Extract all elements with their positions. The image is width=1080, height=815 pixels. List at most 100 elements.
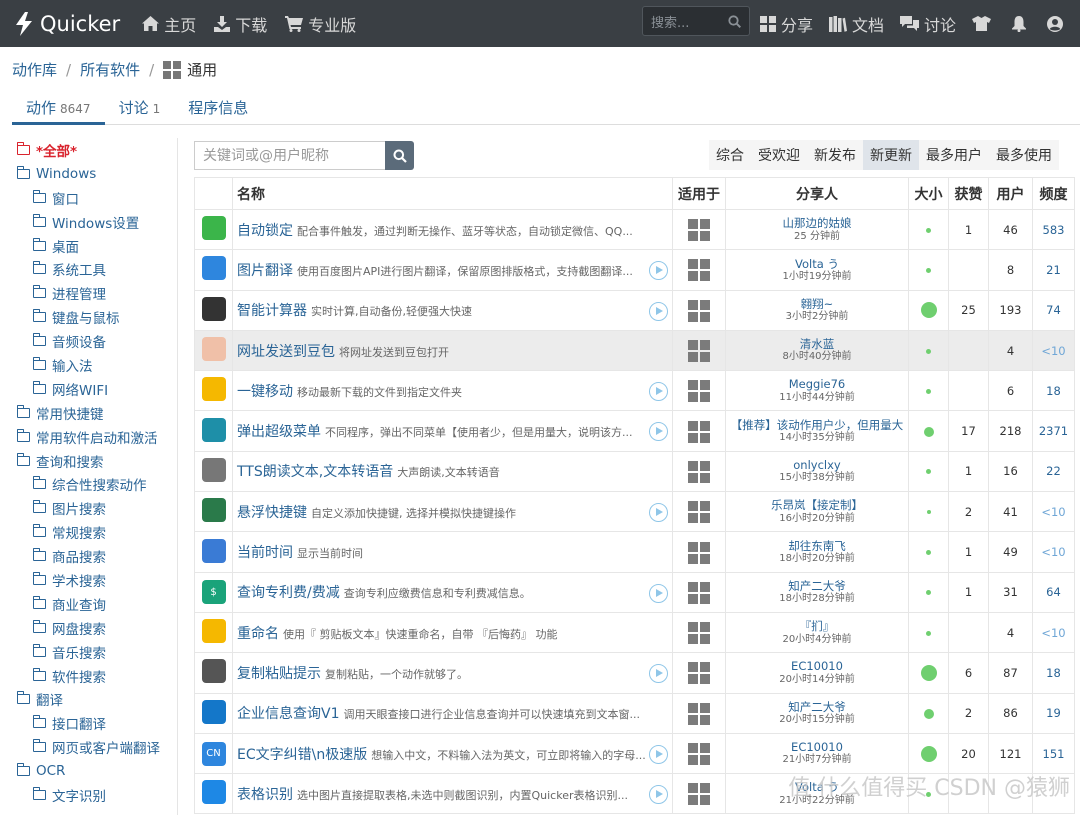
site-search-input[interactable]: 搜索... — [642, 6, 750, 36]
nav-share[interactable]: 分享 — [759, 12, 813, 36]
sidebar-category[interactable]: 常用软件启动和激活 — [0, 425, 177, 449]
table-row[interactable]: 网址发送到豆包 将网址发送到豆包打开 清水蓝 8小时40分钟前 4 <10 — [194, 329, 1075, 372]
sidebar-category[interactable]: 文字识别 — [0, 783, 177, 807]
sidebar-category[interactable]: 进程管理 — [0, 281, 177, 305]
table-row[interactable]: TTS朗读文本,文本转语音 大声朗读,文本转语音 onlyclxy 15小时38分钟前… — [194, 450, 1075, 493]
table-row[interactable]: 企业信息查询V1 调用天眼查接口进行企业信息查询并可以快速填充到文本窗... 知产二… — [194, 692, 1075, 734]
tab-discuss[interactable]: 讨论 1 — [105, 93, 175, 125]
header-freq[interactable]: 频度 — [1032, 177, 1075, 210]
table-row[interactable]: 悬浮快捷键 自定义添加快捷键, 选择并模拟快捷键操作 乐昂岚【接定制】 16小时20分… — [194, 491, 1075, 533]
sidebar-category[interactable]: 网络WIFI — [0, 377, 177, 401]
action-name-link[interactable]: 悬浮快捷键 — [237, 505, 307, 521]
breadcrumb-software[interactable]: 所有软件 — [80, 59, 140, 80]
sidebar-category[interactable]: 窗口 — [0, 186, 177, 210]
nav-discuss[interactable]: 讨论 — [899, 12, 956, 36]
action-name-link[interactable]: 查询专利费/费减 — [237, 585, 340, 601]
action-name-link[interactable]: 一键移动 — [237, 384, 293, 400]
play-icon[interactable] — [649, 583, 668, 603]
brand-logo[interactable]: Quicker — [14, 11, 120, 36]
tshirt-button[interactable] — [972, 16, 996, 31]
sharer-link[interactable]: 乐昂岚【接定制】 — [726, 498, 908, 512]
sidebar-category[interactable]: 查询和搜索 — [0, 449, 177, 473]
action-name-link[interactable]: 当前时间 — [237, 545, 293, 561]
action-name-link[interactable]: 表格识别 — [237, 787, 293, 803]
sidebar-category[interactable]: 常规搜索 — [0, 520, 177, 544]
sidebar-category[interactable]: 桌面 — [0, 234, 177, 258]
sharer-link[interactable]: 【推荐】该动作用户少，但用量大 — [726, 418, 908, 432]
sort-button[interactable]: 新发布 — [807, 140, 863, 170]
keyword-search-input[interactable] — [194, 141, 385, 170]
sharer-link[interactable]: 知产二大爷 — [726, 700, 908, 714]
tab-program-info[interactable]: 程序信息 — [174, 93, 262, 125]
sidebar-category[interactable]: 图片搜索 — [0, 496, 177, 520]
sidebar-category[interactable]: 网页或客户端翻译 — [0, 735, 177, 759]
header-name[interactable]: 名称 — [232, 177, 673, 210]
sidebar-category[interactable]: 翻译 — [0, 687, 177, 711]
play-icon[interactable] — [649, 664, 668, 684]
sidebar-category[interactable]: 音频设备 — [0, 329, 177, 353]
tab-actions[interactable]: 动作 8647 — [12, 93, 105, 125]
sidebar-category[interactable]: 常用快捷键 — [0, 401, 177, 425]
sidebar-category[interactable]: 系统工具 — [0, 257, 177, 281]
sharer-link[interactable]: 清水蓝 — [726, 337, 908, 351]
play-icon[interactable] — [649, 422, 668, 442]
table-row[interactable]: 弹出超级菜单 不同程序，弹出不同菜单【使用者少，但是用量大，说明该方... 【推荐】… — [194, 410, 1075, 452]
sidebar-category[interactable]: 学术搜索 — [0, 568, 177, 592]
sidebar-category[interactable]: 商品搜索 — [0, 544, 177, 568]
table-row[interactable]: $ 查询专利费/费减 查询专利应缴费信息和专利费减信息。 知产二大爷 18小时28分钟前… — [194, 571, 1075, 613]
sidebar-category[interactable]: Windows设置 — [0, 210, 177, 234]
search-icon[interactable] — [728, 14, 741, 28]
sidebar-category[interactable]: 综合性搜索动作 — [0, 472, 177, 496]
user-menu-button[interactable] — [1047, 15, 1068, 32]
header-size[interactable]: 大小 — [908, 177, 949, 210]
sidebar-category[interactable]: 输入法 — [0, 353, 177, 377]
table-row[interactable]: 图片翻译 使用百度图片API进行图片翻译，保留原图排版格式，支持截图翻译... Vo… — [194, 249, 1075, 291]
sharer-link[interactable]: 山那边的姑娘 — [726, 216, 908, 230]
nav-home[interactable]: 主页 — [142, 12, 196, 36]
action-name-link[interactable]: 复制粘贴提示 — [237, 666, 321, 682]
sidebar-category[interactable]: OCR — [0, 759, 177, 783]
sharer-link[interactable]: Volta う — [726, 257, 908, 271]
table-row[interactable]: 一键移动 移动最新下载的文件到指定文件夹 Meggie76 11小时44分钟前 6 18 — [194, 370, 1075, 412]
header-likes[interactable]: 获赞 — [948, 177, 989, 210]
sort-button[interactable]: 最多使用 — [989, 140, 1059, 170]
sidebar-category[interactable]: *全部* — [0, 138, 177, 162]
notification-button[interactable] — [1012, 15, 1031, 32]
play-icon[interactable] — [649, 382, 668, 402]
sidebar-category[interactable]: 音乐搜索 — [0, 640, 177, 664]
action-name-link[interactable]: 企业信息查询V1 — [237, 706, 339, 722]
sharer-link[interactable]: EC10010 — [726, 659, 908, 673]
sort-button[interactable]: 新更新 — [863, 140, 919, 170]
sharer-link[interactable]: EC10010 — [726, 740, 908, 754]
play-icon[interactable] — [649, 785, 668, 805]
sidebar-category[interactable]: 商业查询 — [0, 592, 177, 616]
action-name-link[interactable]: 智能计算器 — [237, 303, 307, 319]
play-icon[interactable] — [649, 744, 668, 764]
sharer-link[interactable]: Meggie76 — [726, 377, 908, 391]
action-name-link[interactable]: 重命名 — [237, 626, 279, 642]
sidebar-category[interactable]: 接口翻译 — [0, 711, 177, 735]
table-row[interactable]: 重命名 使用『 剪贴板文本』快速重命名，自带 『后悔药』 功能 『扪』 20小时4分钟… — [194, 611, 1075, 654]
sidebar-category[interactable]: Windows — [0, 162, 177, 186]
sidebar-category[interactable]: 键盘与鼠标 — [0, 305, 177, 329]
table-row[interactable]: 自动锁定 配合事件触发，通过判断无操作、蓝牙等状态，自动锁定微信、QQ... 山那边… — [194, 208, 1075, 251]
sidebar-category[interactable]: 软件搜索 — [0, 664, 177, 688]
play-icon[interactable] — [649, 261, 668, 281]
action-name-link[interactable]: 网址发送到豆包 — [237, 344, 335, 360]
action-name-link[interactable]: EC文字纠错\n极速版 — [237, 747, 367, 763]
sort-button[interactable]: 综合 — [709, 140, 751, 170]
table-row[interactable]: 当前时间 显示当前时间 却往东南飞 18小时20分钟前 1 49 <10 — [194, 531, 1075, 573]
action-name-link[interactable]: 自动锁定 — [237, 223, 293, 239]
table-row[interactable]: 复制粘贴提示 复制粘贴，一个动作就够了。 EC10010 20小时14分钟前 6 87 18 — [194, 652, 1075, 694]
sharer-link[interactable]: 知产二大爷 — [726, 579, 908, 593]
header-users[interactable]: 用户 — [988, 177, 1033, 210]
nav-download[interactable]: 下载 — [214, 12, 267, 36]
table-row[interactable]: 智能计算器 实时计算,自动备份,轻便强大快速 翱翔~ 3小时2分钟前 25 193 74 — [194, 289, 1075, 331]
sharer-link[interactable]: 翱翔~ — [726, 297, 908, 311]
action-name-link[interactable]: 弹出超级菜单 — [237, 424, 321, 440]
table-row[interactable]: CN EC文字纠错\n极速版 想输入中文，不料输入法为英文，可立即将输入的字母...… — [194, 732, 1075, 775]
sort-button[interactable]: 受欢迎 — [751, 140, 807, 170]
keyword-search-button[interactable] — [385, 141, 414, 170]
breadcrumb-root[interactable]: 动作库 — [12, 59, 57, 80]
sharer-link[interactable]: 却往东南飞 — [726, 539, 908, 553]
